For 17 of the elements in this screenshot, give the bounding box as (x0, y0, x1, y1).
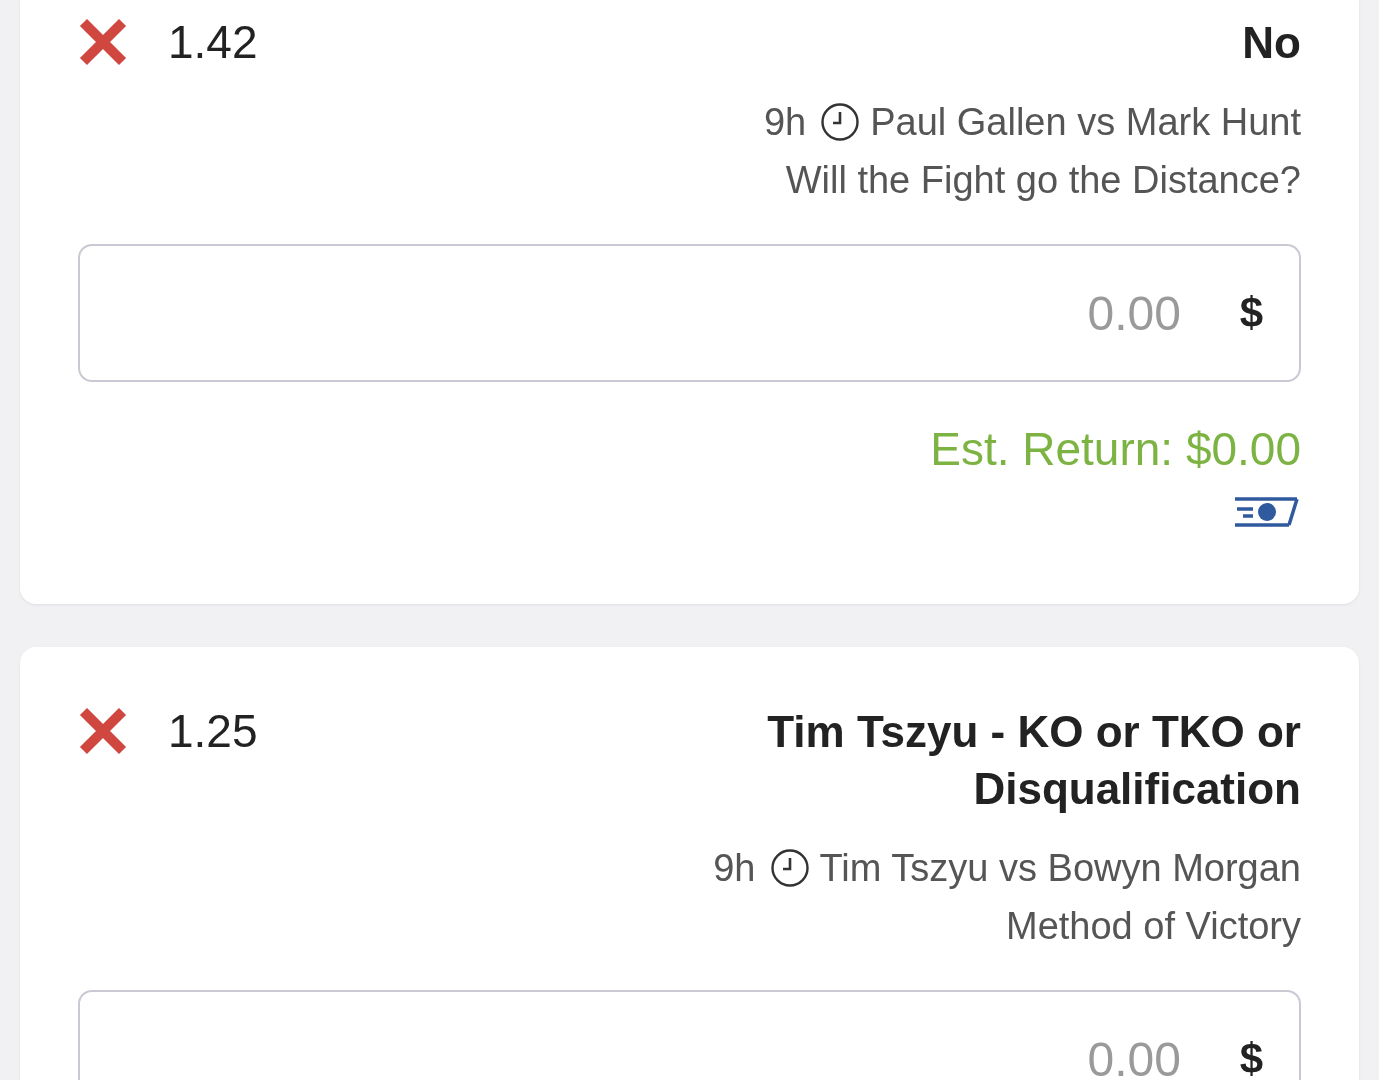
market-name: Method of Victory (1005, 904, 1301, 949)
market-name: Will the Fight go the Distance? (784, 158, 1301, 203)
start-time: 9h (763, 100, 807, 145)
odds-value: 1.25 (168, 704, 258, 759)
clock-icon (820, 102, 861, 142)
event-name: Paul Gallen vs Mark Hunt (870, 100, 1301, 145)
close-icon[interactable] (78, 706, 128, 756)
start-time: 9h (713, 846, 756, 891)
selection-title: Tim Tszyu - KO or TKO or Disqualification (766, 706, 1301, 815)
odds-value: 1.42 (168, 15, 258, 70)
currency-symbol: $ (1239, 292, 1263, 334)
close-icon[interactable] (78, 17, 128, 67)
selection-title: No (1242, 17, 1301, 69)
estimated-return: Est. Return: $0.00 (929, 424, 1301, 474)
event-name: Tim Tszyu vs Bowyn Morgan (819, 846, 1301, 891)
clock-icon (769, 848, 810, 888)
currency-symbol: $ (1239, 1038, 1263, 1080)
